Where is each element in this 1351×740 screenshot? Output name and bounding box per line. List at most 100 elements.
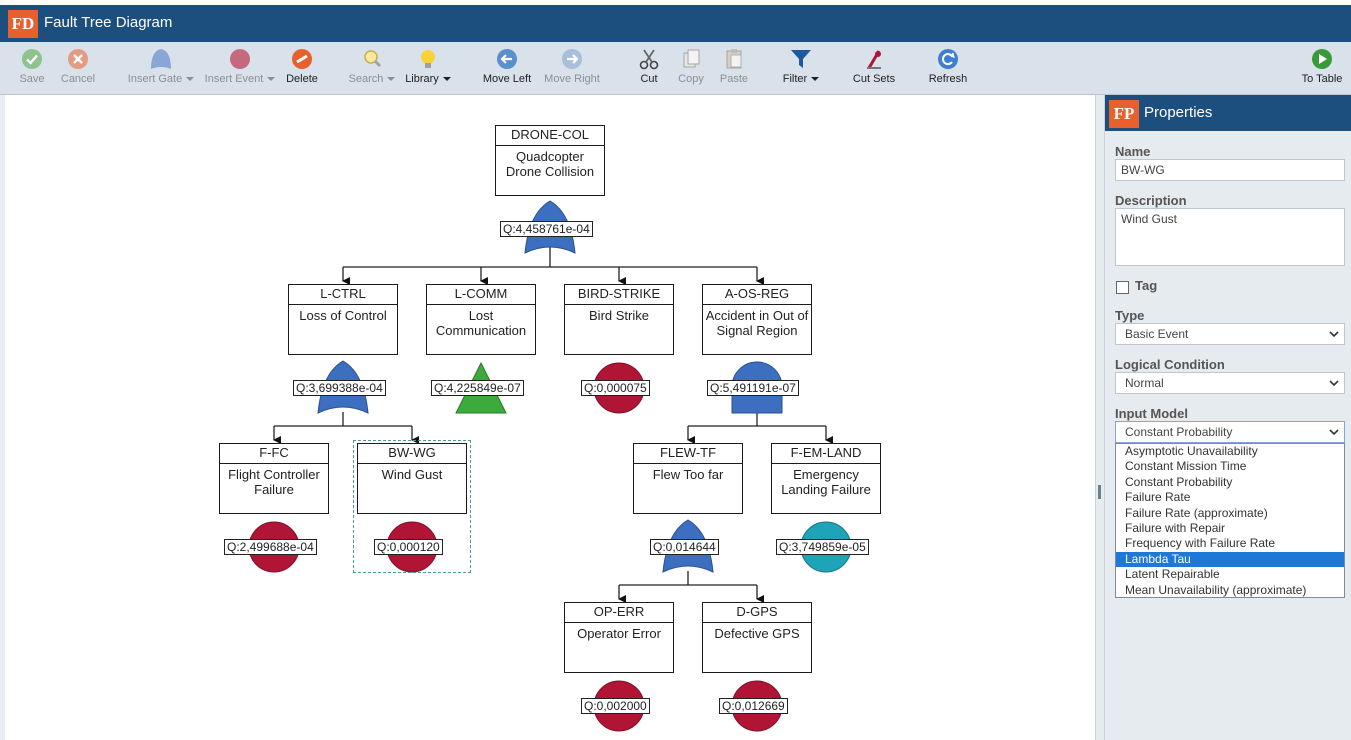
- library-button[interactable]: Library: [402, 48, 454, 92]
- chevron-down-icon: [387, 77, 396, 82]
- filter-icon: [791, 50, 811, 68]
- insert-event-label: Insert Event: [204, 73, 264, 85]
- lightbulb-icon: [421, 50, 435, 68]
- paste-icon: [726, 49, 742, 69]
- dropdown-option[interactable]: Asymptotic Unavailability: [1116, 444, 1344, 459]
- input-model-select[interactable]: Constant Probability: [1115, 421, 1345, 443]
- refresh-button[interactable]: Refresh: [924, 48, 972, 92]
- dropdown-option-highlighted[interactable]: Lambda Tau: [1116, 551, 1344, 568]
- node-op-err[interactable]: OP-ERR Operator Error: [564, 602, 674, 673]
- paste-button[interactable]: Paste: [716, 48, 752, 92]
- node-id: BW-WG: [358, 444, 466, 464]
- diagram-canvas[interactable]: DRONE-COL Quadcopter Drone Collision L-CT…: [5, 95, 1095, 740]
- search-label: Search: [348, 73, 384, 85]
- toolbar: Save Cancel Insert Gate Insert Event Del…: [0, 42, 1351, 95]
- play-icon: [1312, 49, 1332, 69]
- node-description: Wind Gust: [381, 467, 443, 482]
- properties-header: FP Properties: [1105, 95, 1351, 131]
- tag-checkbox[interactable]: [1116, 281, 1129, 294]
- probability-label: Q:4,225849e-07: [431, 380, 524, 396]
- logical-condition-select[interactable]: Normal: [1115, 372, 1345, 394]
- delete-label: Delete: [286, 73, 318, 85]
- node-description: Emergency: [793, 467, 859, 482]
- node-id: BIRD-STRIKE: [565, 285, 673, 305]
- filter-label: Filter: [782, 73, 808, 85]
- dropdown-option[interactable]: Constant Mission Time: [1116, 459, 1344, 474]
- dropdown-option[interactable]: Failure Rate: [1116, 490, 1344, 505]
- insert-gate-button[interactable]: Insert Gate: [124, 48, 198, 92]
- cut-sets-icon: [867, 50, 881, 69]
- to-table-button[interactable]: To Table: [1298, 48, 1346, 92]
- app-title: Fault Tree Diagram: [44, 14, 173, 31]
- node-l-ctrl[interactable]: L-CTRL Loss of Control: [288, 284, 398, 355]
- node-description: Defective GPS: [714, 626, 800, 641]
- arrow-left-icon: [497, 49, 517, 69]
- copy-button[interactable]: Copy: [674, 48, 708, 92]
- dropdown-option[interactable]: Constant Probability: [1116, 475, 1344, 490]
- properties-logo: FP: [1109, 100, 1139, 128]
- node-id: F-FC: [220, 444, 328, 464]
- node-id: OP-ERR: [565, 603, 673, 623]
- save-button[interactable]: Save: [12, 48, 52, 92]
- node-description: Flight Controller: [228, 467, 320, 482]
- move-left-button[interactable]: Move Left: [478, 48, 536, 92]
- type-select[interactable]: Basic Event: [1115, 323, 1345, 345]
- dropdown-option[interactable]: Failure Rate (approximate): [1116, 506, 1344, 521]
- cancel-button[interactable]: Cancel: [56, 48, 100, 92]
- move-right-button[interactable]: Move Right: [540, 48, 604, 92]
- checkmark-icon: [22, 49, 42, 69]
- chevron-down-icon: [1329, 331, 1339, 338]
- insert-event-button[interactable]: Insert Event: [202, 48, 278, 92]
- chevron-down-icon: [1329, 429, 1339, 436]
- node-bird-strike[interactable]: BIRD-STRIKE Bird Strike: [564, 284, 674, 355]
- node-description: Loss of Control: [299, 308, 387, 323]
- probability-label: Q:3,749859e-05: [776, 539, 869, 555]
- node-l-comm[interactable]: L-COMM Lost Communication: [426, 284, 536, 355]
- node-id: A-OS-REG: [703, 285, 811, 305]
- cut-button[interactable]: Cut: [632, 48, 666, 92]
- dropdown-option[interactable]: Mean Unavailability (approximate): [1116, 583, 1344, 598]
- filter-button[interactable]: Filter: [778, 48, 824, 92]
- dropdown-option[interactable]: Failure with Repair: [1116, 521, 1344, 536]
- gate-icon: [151, 49, 171, 69]
- node-flew-tf[interactable]: FLEW-TF Flew Too far: [633, 443, 743, 514]
- node-a-os-reg[interactable]: A-OS-REG Accident in Out of Signal Region: [702, 284, 812, 355]
- copy-icon: [683, 49, 700, 68]
- name-label: Name: [1115, 144, 1151, 159]
- chevron-down-icon: [1329, 380, 1339, 387]
- node-drone-col[interactable]: DRONE-COL Quadcopter Drone Collision: [495, 125, 605, 196]
- cancel-label: Cancel: [60, 73, 96, 85]
- cut-sets-button[interactable]: Cut Sets: [848, 48, 900, 92]
- dropdown-option[interactable]: Frequency with Failure Rate: [1116, 536, 1344, 551]
- node-bw-wg[interactable]: BW-WG Wind Gust: [357, 443, 467, 514]
- to-table-label: To Table: [1301, 73, 1343, 85]
- node-id: FLEW-TF: [634, 444, 742, 464]
- name-input[interactable]: BW-WG: [1115, 159, 1345, 181]
- probability-label: Q:5,491191e-07: [707, 380, 799, 396]
- event-icon: [230, 49, 250, 69]
- node-f-em-land[interactable]: F-EM-LAND Emergency Landing Failure: [771, 443, 881, 514]
- chevron-down-icon: [442, 77, 451, 82]
- node-d-gps[interactable]: D-GPS Defective GPS: [702, 602, 812, 673]
- panel-splitter[interactable]: [1095, 95, 1105, 740]
- probability-label: Q:4,458761e-04: [500, 221, 593, 237]
- tag-label: Tag: [1135, 278, 1158, 293]
- node-id: L-CTRL: [289, 285, 397, 305]
- search-button[interactable]: Search: [346, 48, 398, 92]
- paste-label: Paste: [719, 73, 749, 85]
- node-description: Accident in Out of: [705, 308, 809, 323]
- node-description: Failure: [254, 482, 294, 497]
- properties-panel: FP Properties Name BW-WG Description Win…: [1105, 95, 1351, 740]
- splitter-grip-icon[interactable]: [1098, 485, 1101, 499]
- probability-label: Q:0,000120: [374, 539, 443, 555]
- app-logo: FD: [8, 10, 38, 38]
- dropdown-option[interactable]: Latent Repairable: [1116, 567, 1344, 582]
- description-textarea[interactable]: Wind Gust: [1115, 208, 1345, 266]
- node-id: DRONE-COL: [496, 126, 604, 146]
- title-bar: FD Fault Tree Diagram: [0, 0, 1351, 42]
- node-f-fc[interactable]: F-FC Flight Controller Failure: [219, 443, 329, 514]
- arrow-right-icon: [562, 49, 582, 69]
- node-description: Quadcopter: [516, 149, 584, 164]
- delete-button[interactable]: Delete: [282, 48, 322, 92]
- node-description: Operator Error: [577, 626, 661, 641]
